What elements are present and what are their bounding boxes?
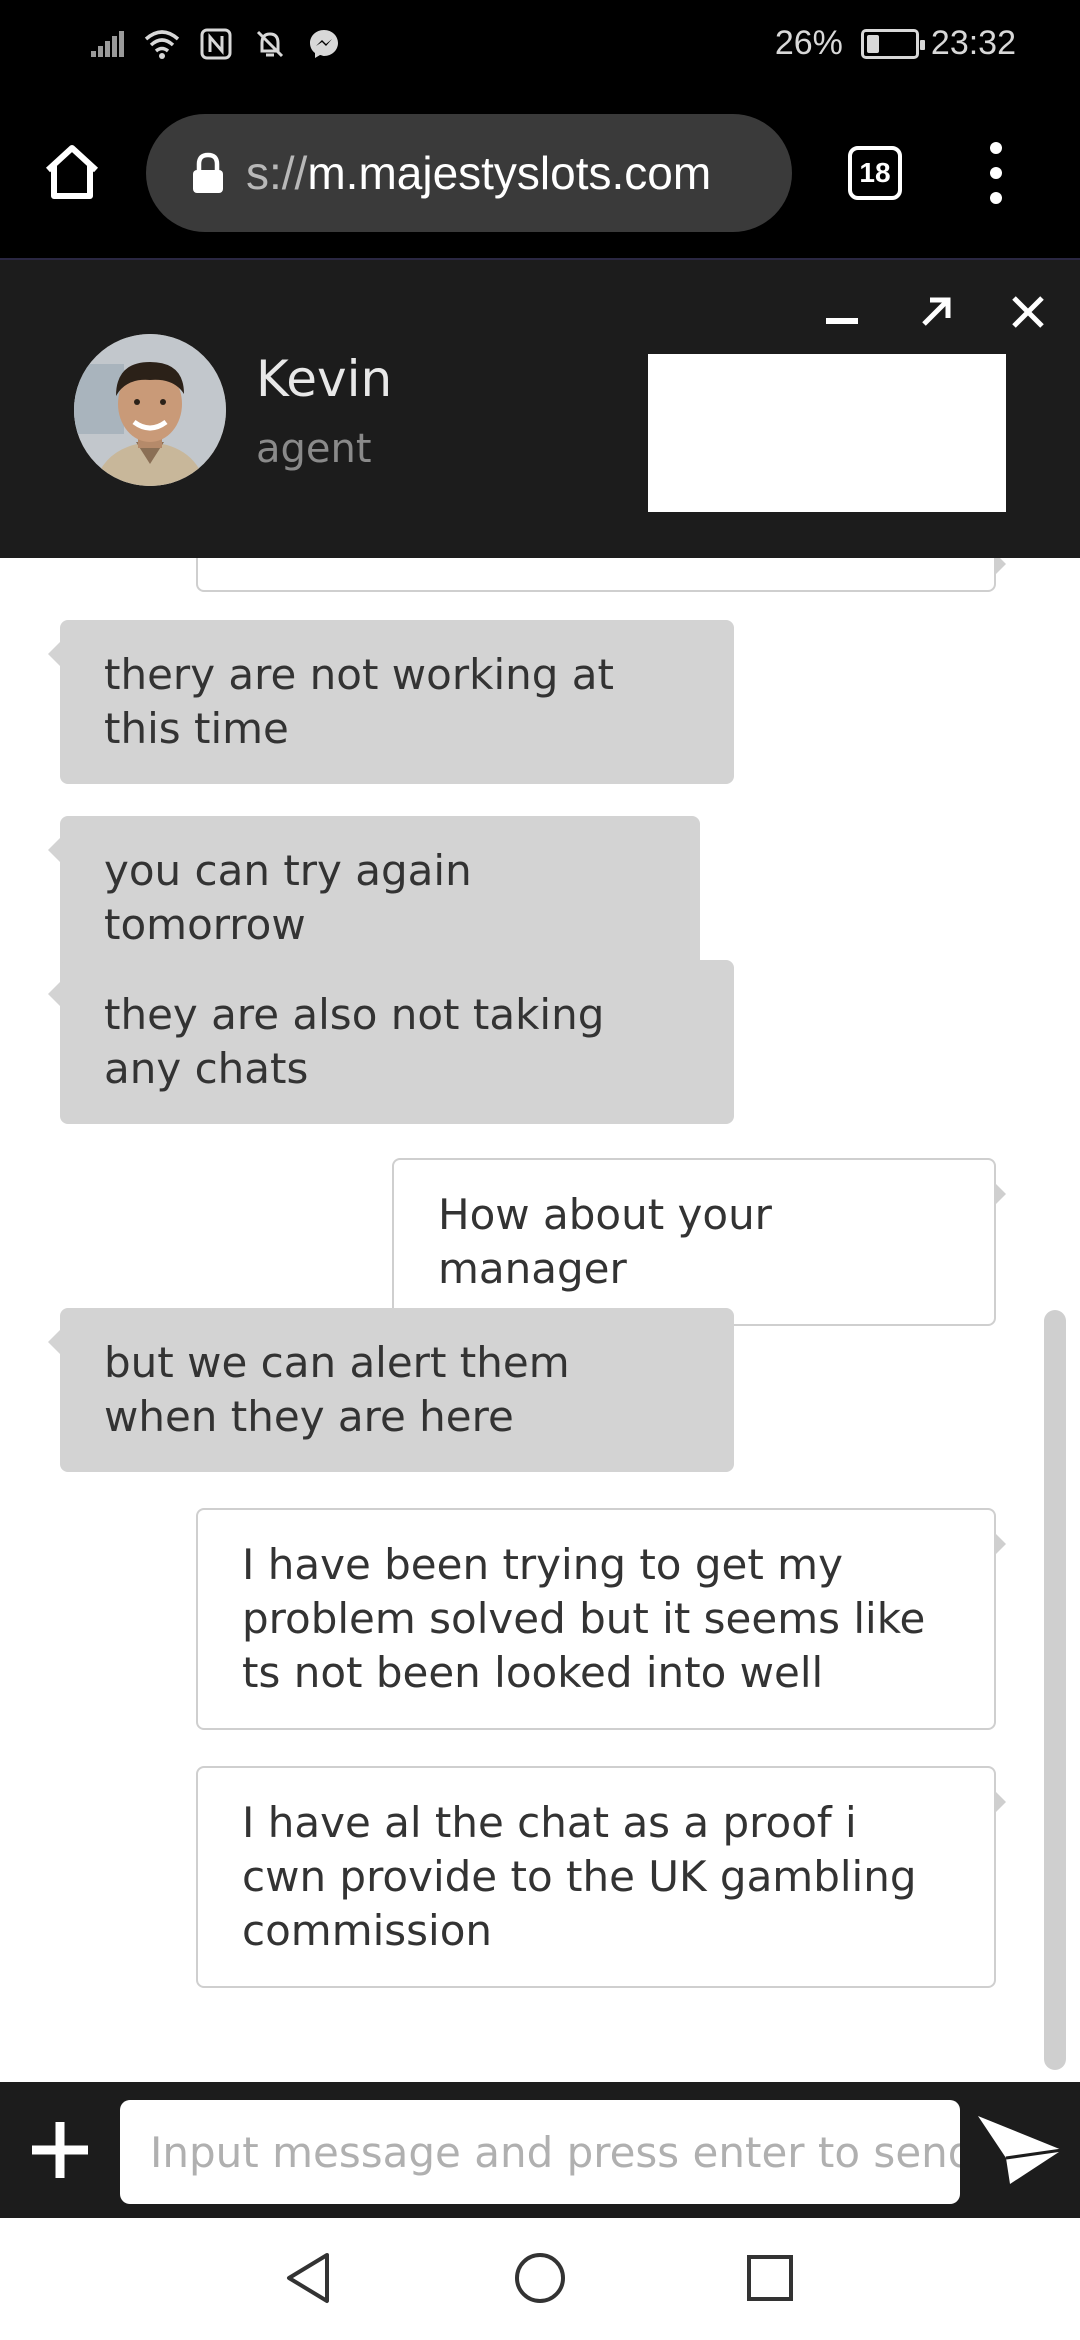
home-nav-button[interactable] xyxy=(510,2248,570,2308)
battery-percent: 26% xyxy=(774,24,843,62)
recents-button[interactable] xyxy=(740,2248,800,2308)
home-icon xyxy=(45,145,99,199)
home-button[interactable] xyxy=(40,140,104,204)
chat-header: Kevin agent xyxy=(0,258,1080,558)
message-bubble-partial xyxy=(196,558,1006,592)
message-input[interactable] xyxy=(120,2100,960,2204)
agent-photo-icon xyxy=(74,334,226,486)
address-bar[interactable]: s://m.majestyslots.com xyxy=(146,114,792,232)
message-bubble-user: I have been trying to get my problem sol… xyxy=(196,1508,1006,1730)
message-bubble-agent: they are also not taking any chats xyxy=(48,960,734,1124)
battery-level xyxy=(866,34,879,53)
url-text: s://m.majestyslots.com xyxy=(246,147,712,199)
minimize-icon xyxy=(826,318,858,324)
recents-icon xyxy=(747,2255,793,2301)
expand-button[interactable] xyxy=(908,284,964,340)
agent-role: agent xyxy=(256,426,372,472)
tab-switcher-button[interactable]: 18 xyxy=(848,146,902,200)
message-text: thery are not working at this time xyxy=(104,650,614,753)
message-bubble-agent: but we can alert them when they are here xyxy=(48,1308,734,1472)
nfc-icon xyxy=(196,24,236,64)
dot xyxy=(990,167,1002,179)
message-bubble-user: I have al the chat as a proof i cwn prov… xyxy=(196,1766,1006,1988)
wifi-icon xyxy=(142,24,182,64)
status-bar: 26% 23:32 xyxy=(0,0,1080,90)
browser-toolbar: s://m.majestyslots.com 18 xyxy=(0,90,1080,258)
messenger-icon xyxy=(304,24,344,64)
agent-avatar xyxy=(74,334,226,486)
minimize-button[interactable] xyxy=(814,284,870,340)
message-text: they are also not taking any chats xyxy=(104,990,605,1093)
expand-icon xyxy=(922,297,951,326)
back-icon xyxy=(287,2253,329,2303)
message-text: but we can alert them when they are here xyxy=(104,1338,570,1441)
message-bubble-user: How about your manager xyxy=(392,1158,1006,1326)
signal-icon xyxy=(88,24,128,64)
message-text: I have al the chat as a proof i cwn prov… xyxy=(242,1798,917,1955)
attach-button[interactable] xyxy=(26,2116,94,2184)
back-button[interactable] xyxy=(278,2248,338,2308)
send-icon xyxy=(978,2116,1063,2184)
status-icons xyxy=(88,24,344,64)
dot xyxy=(990,142,1002,154)
agent-name: Kevin xyxy=(256,350,393,408)
message-bubble-agent: you can try again tomorrow xyxy=(48,816,700,980)
message-text: How about your manager xyxy=(438,1190,772,1293)
plus-icon xyxy=(32,2122,88,2178)
clock: 23:32 xyxy=(930,24,1016,62)
message-text: you can try again tomorrow xyxy=(104,846,472,949)
close-icon xyxy=(1012,296,1044,328)
message-list[interactable]: thery are not working at this time you c… xyxy=(0,558,1080,2082)
send-button[interactable] xyxy=(976,2110,1064,2190)
home-circle-icon xyxy=(515,2253,565,2303)
dot xyxy=(990,192,1002,204)
chat-scrollbar[interactable] xyxy=(1044,1310,1066,2070)
close-button[interactable] xyxy=(1000,284,1056,340)
redacted-box xyxy=(648,354,1006,512)
mute-icon xyxy=(250,24,290,64)
battery-icon xyxy=(860,28,925,59)
message-text: I have been trying to get my problem sol… xyxy=(242,1540,926,1697)
more-menu-button[interactable] xyxy=(978,138,1014,208)
system-nav-bar xyxy=(0,2218,1080,2340)
lock-icon xyxy=(193,152,223,193)
message-bubble-agent: thery are not working at this time xyxy=(48,620,734,784)
composer-bar xyxy=(0,2082,1080,2218)
status-right: 26% 23:32 xyxy=(775,24,1016,63)
